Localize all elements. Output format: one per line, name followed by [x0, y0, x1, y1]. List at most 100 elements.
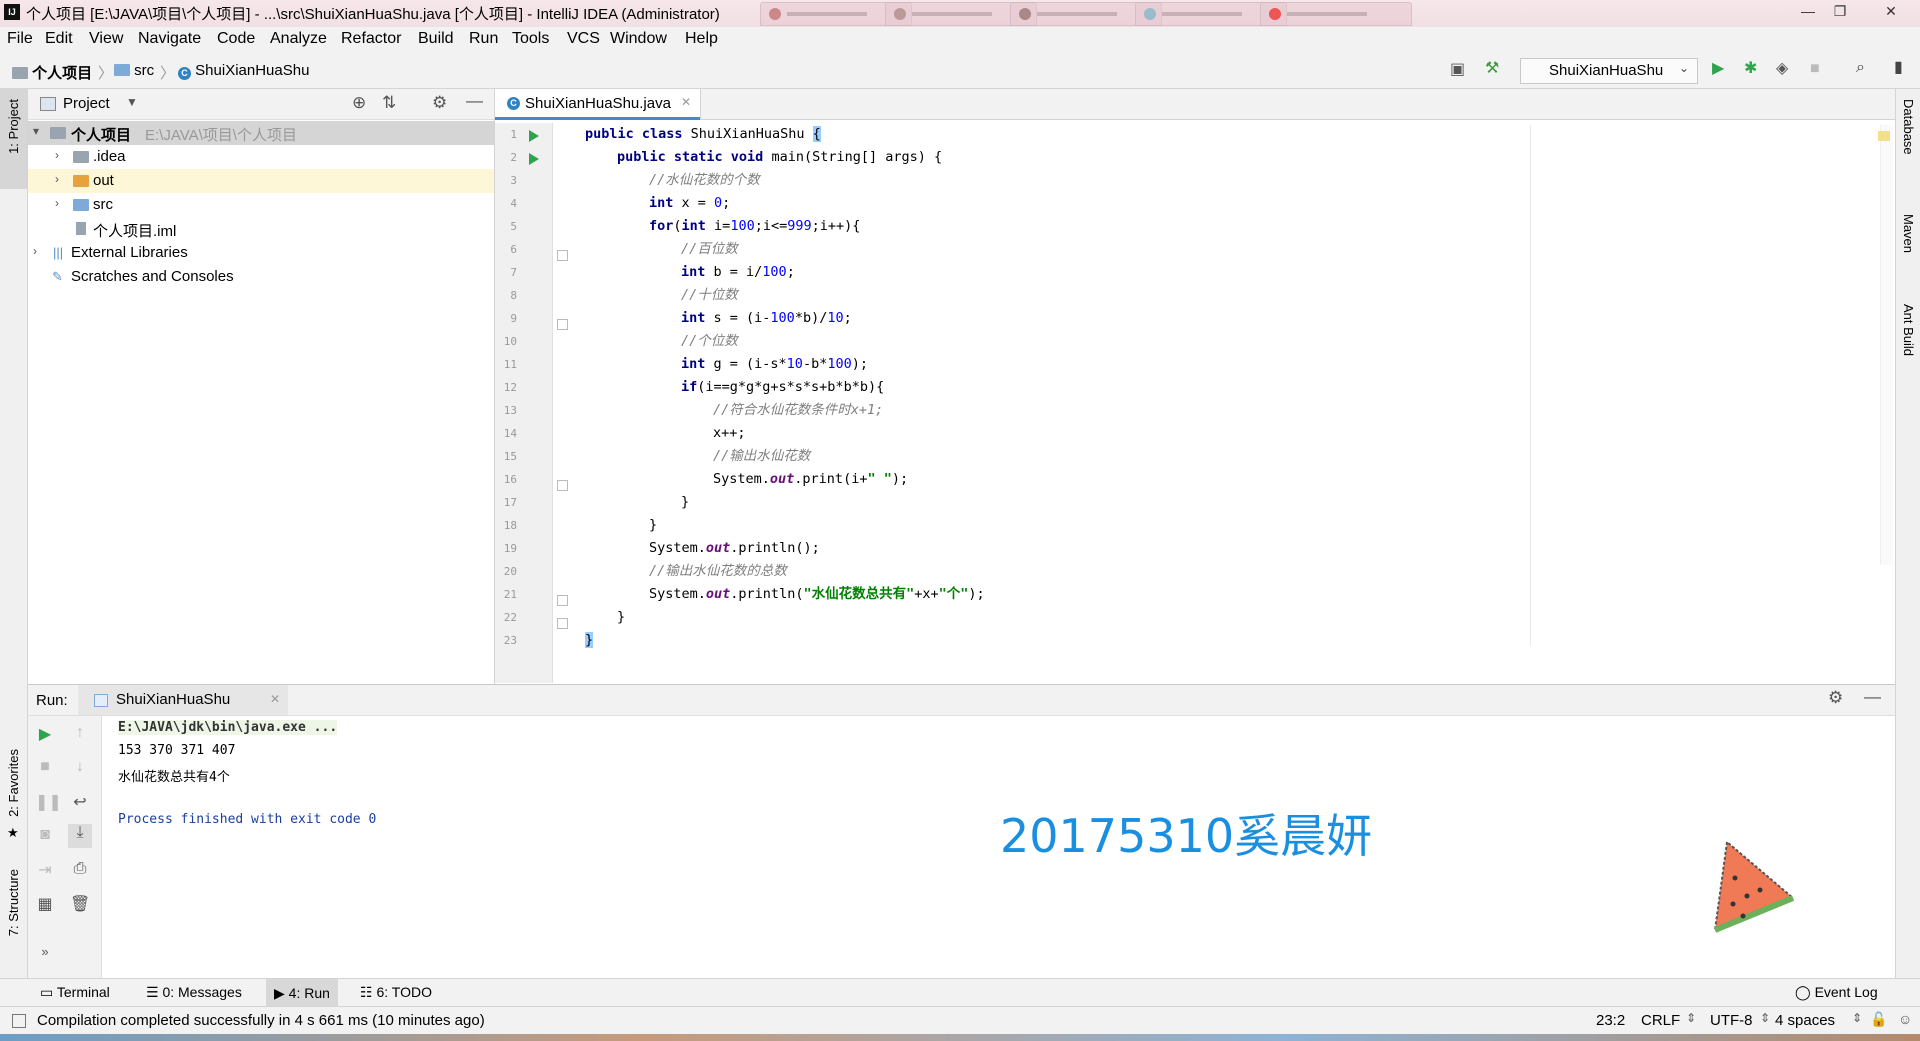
file-encoding[interactable]: UTF-8	[1710, 1012, 1753, 1029]
fold-marker-icon[interactable]	[557, 480, 568, 491]
camera-icon[interactable]: ◙	[35, 826, 55, 844]
excluded-folder-icon	[73, 175, 89, 187]
line-number: 20	[503, 565, 517, 578]
editor-tab-shuixianhuashu[interactable]: C ShuiXianHuaShu.java ✕	[495, 89, 701, 120]
tool-window-project[interactable]: 1: Project	[6, 99, 21, 154]
lock-icon[interactable]: 🔓	[1870, 1011, 1887, 1028]
run-configuration-select[interactable]: ShuiXianHuaShu ⌄	[1520, 58, 1698, 84]
tree-item-idea[interactable]: › .idea	[28, 145, 494, 169]
tool-window-maven[interactable]: Maven	[1901, 214, 1916, 253]
run-main-gutter-icon[interactable]	[529, 153, 539, 165]
fold-marker-icon[interactable]	[557, 618, 568, 629]
menu-help[interactable]: Help	[685, 30, 718, 48]
layout-icon[interactable]: ▣	[1450, 60, 1465, 80]
tab-todo[interactable]: ☷ 6: TODO	[360, 984, 432, 1001]
tree-item-scratches[interactable]: ✎ Scratches and Consoles	[28, 265, 494, 289]
breadcrumb-project[interactable]: 个人项目	[12, 62, 92, 83]
down-arrow-icon[interactable]: ↓	[70, 758, 90, 776]
locate-target-icon[interactable]: ⊕	[352, 93, 366, 113]
fold-marker-icon[interactable]	[557, 595, 568, 606]
close-icon[interactable]: ✕	[1868, 0, 1914, 22]
menu-tools[interactable]: Tools	[512, 30, 549, 48]
more-icon[interactable]: »	[35, 944, 55, 959]
menu-refactor[interactable]: Refactor	[341, 30, 401, 48]
tool-window-structure[interactable]: 7: Structure	[6, 869, 21, 936]
layout-icon[interactable]: ▦	[35, 894, 55, 914]
hide-panel-icon[interactable]: —	[1864, 687, 1881, 707]
line-separator[interactable]: CRLF	[1641, 1012, 1680, 1029]
stop-icon[interactable]: ■	[1810, 59, 1820, 79]
tab-terminal[interactable]: ▭ Terminal	[40, 984, 110, 1001]
gear-icon[interactable]: ⚙	[432, 93, 447, 113]
menu-edit[interactable]: Edit	[45, 30, 73, 48]
tree-item-src[interactable]: › src	[28, 193, 494, 217]
up-arrow-icon[interactable]: ↑	[70, 724, 90, 742]
project-view-label[interactable]: Project	[63, 95, 110, 112]
breadcrumb-src[interactable]: src	[114, 62, 154, 79]
tree-item-out[interactable]: › out	[28, 169, 494, 193]
menu-code[interactable]: Code	[217, 30, 255, 48]
menu-navigate[interactable]: Navigate	[138, 30, 201, 48]
fold-marker-icon[interactable]	[557, 250, 568, 261]
tab-run[interactable]: ▶ 4: Run	[266, 979, 338, 1007]
tab-terminal-label: Terminal	[56, 984, 110, 1000]
indent-setting[interactable]: 4 spaces	[1775, 1012, 1835, 1029]
line-number: 9	[510, 312, 517, 325]
restore-icon[interactable]: ❐	[1820, 0, 1860, 22]
menu-file[interactable]: File	[7, 30, 33, 48]
fold-marker-icon[interactable]	[557, 319, 568, 330]
breadcrumb-file[interactable]: C ShuiXianHuaShu	[178, 62, 309, 80]
close-tab-icon[interactable]: ✕	[270, 692, 280, 706]
chevron-down-icon[interactable]: ▼	[126, 95, 138, 109]
tab-messages[interactable]: ☰ 0: Messages	[146, 984, 242, 1001]
run-class-gutter-icon[interactable]	[529, 130, 539, 142]
gear-icon[interactable]: ⚙	[1828, 688, 1843, 708]
warning-marker-icon[interactable]	[1878, 131, 1890, 141]
debug-icon[interactable]: ✱	[1744, 59, 1757, 79]
print-icon[interactable]: ⎙	[70, 860, 90, 878]
trash-icon[interactable]: 🗑	[70, 894, 90, 914]
caret-position[interactable]: 23:2	[1596, 1012, 1625, 1029]
inspector-icon[interactable]: ☺	[1898, 1011, 1912, 1027]
close-tab-icon[interactable]: ✕	[681, 95, 691, 109]
menu-view[interactable]: View	[89, 30, 123, 48]
scroll-to-end-icon[interactable]: ⤓	[68, 824, 92, 848]
hide-panel-icon[interactable]: —	[466, 91, 483, 111]
editor-scrollbar[interactable]	[1880, 125, 1893, 565]
tree-item-root[interactable]: ▾ 个人项目 E:\JAVA\项目\个人项目	[28, 121, 494, 145]
menu-run[interactable]: Run	[469, 30, 498, 48]
code-line-2: public static void main(String[] args) {	[617, 149, 943, 165]
line-number: 8	[510, 289, 517, 302]
tree-item-iml[interactable]: 个人项目.iml	[28, 217, 494, 241]
code-line-12: if(i==g*g*g+s*s*s+b*b*b){	[681, 379, 885, 395]
menu-vcs[interactable]: VCS	[567, 30, 600, 48]
tool-window-database[interactable]: Database	[1901, 99, 1916, 155]
chevron-right-icon[interactable]: ›	[55, 148, 59, 162]
tool-window-favorites[interactable]: 2: Favorites	[6, 749, 21, 817]
menu-build[interactable]: Build	[418, 30, 454, 48]
pause-icon[interactable]: ❚❚	[35, 792, 62, 812]
menu-window[interactable]: Window	[610, 30, 667, 48]
coverage-icon[interactable]: ◈	[1776, 59, 1788, 79]
rerun-icon[interactable]: ▶	[35, 724, 55, 744]
code-content[interactable]: public class ShuiXianHuaShu { public sta…	[570, 123, 1890, 683]
menu-analyze[interactable]: Analyze	[270, 30, 327, 48]
build-hammer-icon[interactable]: ⚒	[1485, 59, 1499, 79]
stop-icon[interactable]: ■	[35, 758, 55, 776]
status-toggle-icon[interactable]	[12, 1014, 26, 1028]
collapse-all-icon[interactable]: ⇅	[382, 93, 396, 113]
status-message[interactable]: Compilation completed successfully in 4 …	[37, 1012, 485, 1029]
run-icon[interactable]: ▶	[1712, 59, 1724, 79]
chevron-down-icon[interactable]: ▾	[33, 124, 39, 138]
chevron-right-icon[interactable]: ›	[55, 196, 59, 210]
soft-wrap-icon[interactable]: ↩	[70, 792, 90, 812]
search-icon[interactable]: ⌕	[1856, 58, 1865, 78]
chevron-right-icon[interactable]: ›	[55, 172, 59, 186]
tab-event-log[interactable]: ◯ Event Log	[1795, 984, 1878, 1001]
tab-indicator-icon[interactable]: ▮	[1894, 58, 1903, 78]
run-tab-shuixianhuashu[interactable]: ShuiXianHuaShu ✕	[78, 685, 288, 715]
exit-icon[interactable]: ⇥	[35, 860, 55, 880]
tool-window-ant-build[interactable]: Ant Build	[1901, 304, 1916, 356]
tree-item-external-libraries[interactable]: › ||| External Libraries	[28, 241, 494, 265]
chevron-right-icon[interactable]: ›	[33, 244, 37, 258]
